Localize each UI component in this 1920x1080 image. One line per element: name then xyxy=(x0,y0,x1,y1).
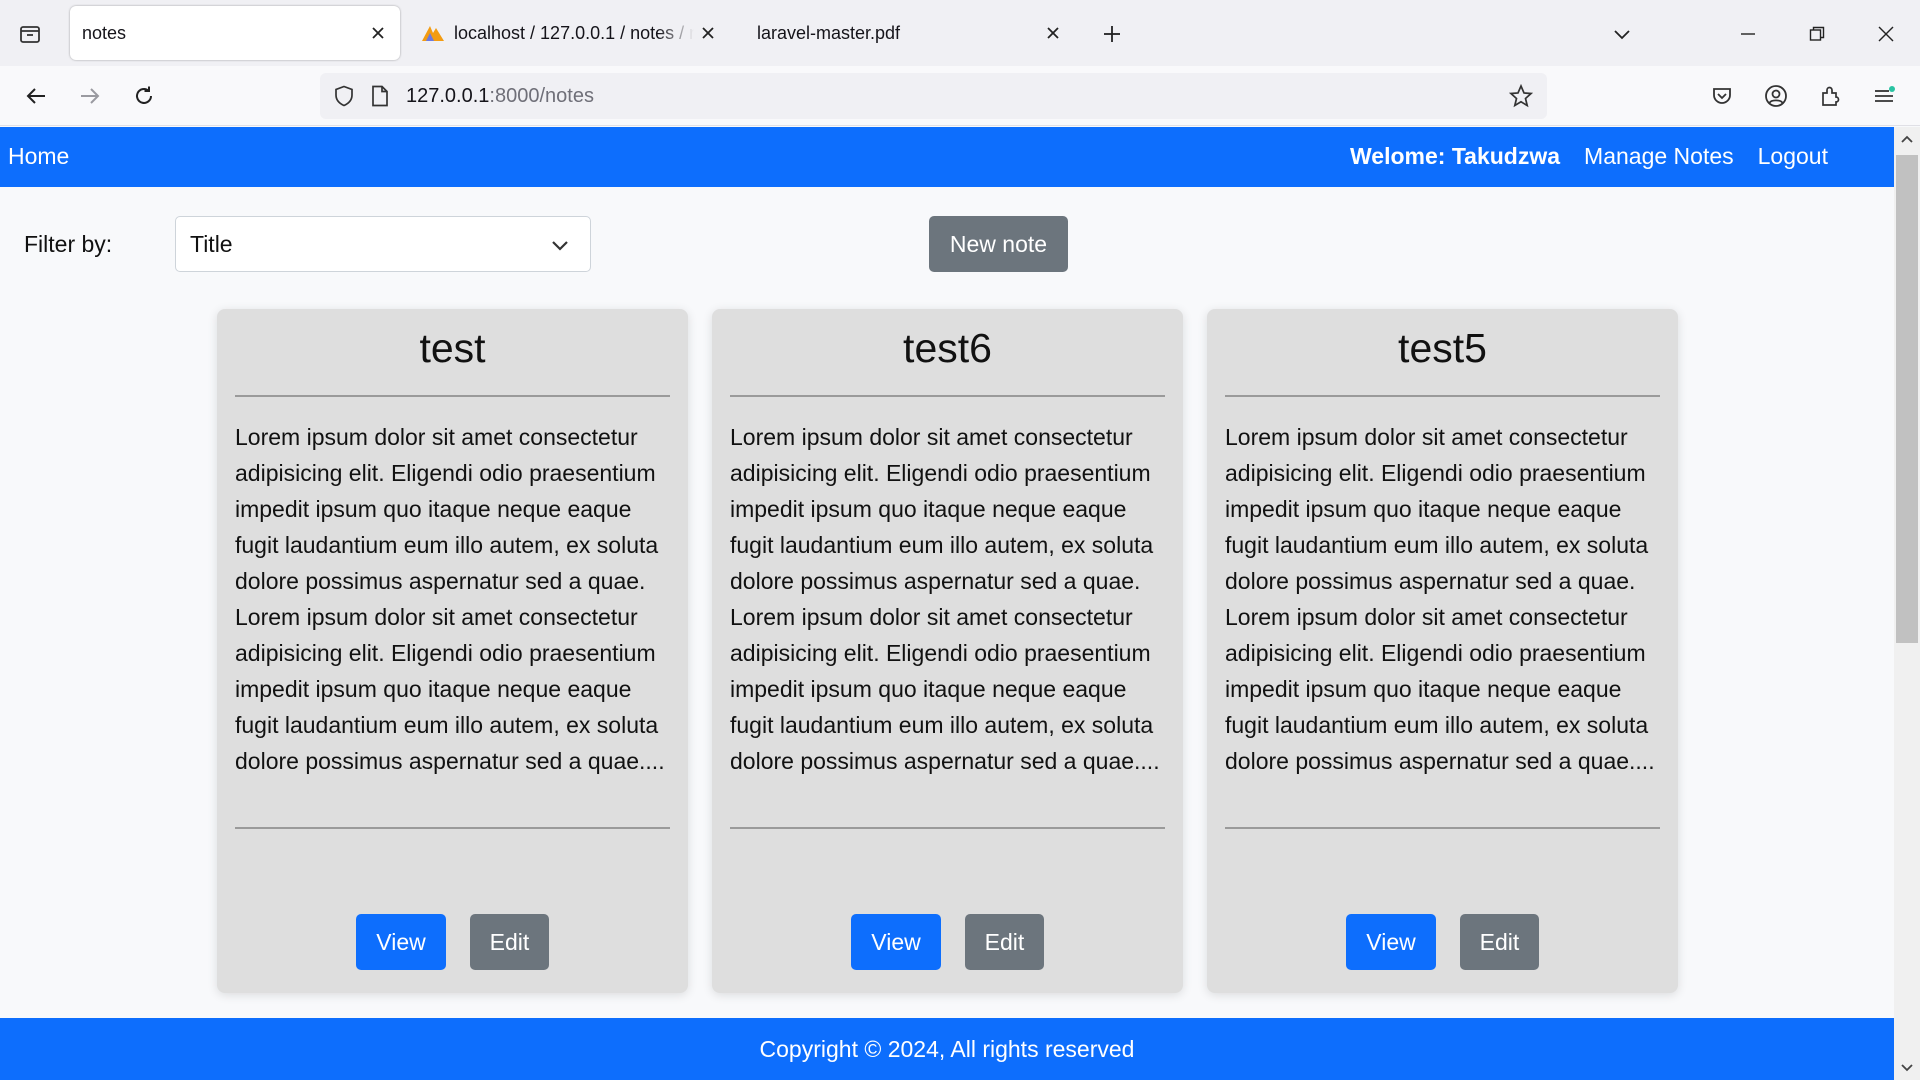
note-card: test5 Lorem ipsum dolor sit amet consect… xyxy=(1207,309,1678,993)
url-host: 127.0.0.1 xyxy=(406,84,490,107)
url-text: 127.0.0.1:8000/notes xyxy=(406,85,594,108)
url-path: :8000/notes xyxy=(489,84,594,107)
app-menu-icon[interactable] xyxy=(1866,78,1902,114)
scrollbar-thumb[interactable] xyxy=(1896,155,1918,643)
back-arrow-icon[interactable] xyxy=(18,78,54,114)
divider xyxy=(235,395,670,397)
site-header: Home Welome: Takudzwa Manage Notes Logou… xyxy=(0,127,1894,187)
minimize-icon[interactable] xyxy=(1728,14,1768,54)
note-body: Lorem ipsum dolor sit amet consectetur a… xyxy=(1225,424,1655,774)
header-right: Welome: Takudzwa Manage Notes Logout xyxy=(1350,143,1828,170)
chevron-down-icon xyxy=(552,241,568,251)
close-icon[interactable] xyxy=(1039,19,1067,47)
copyright-text: Copyright © 2024, All rights reserved xyxy=(759,1035,1135,1062)
scrollbar[interactable] xyxy=(1894,127,1920,1080)
logout-link[interactable]: Logout xyxy=(1758,143,1828,170)
divider xyxy=(730,827,1165,829)
note-body: Lorem ipsum dolor sit amet consectetur a… xyxy=(235,424,665,774)
shield-icon[interactable] xyxy=(330,82,358,110)
note-body: Lorem ipsum dolor sit amet consectetur a… xyxy=(730,424,1160,774)
extensions-icon[interactable] xyxy=(1812,78,1848,114)
tab-title: localhost / 127.0.0.1 / notes / notes xyxy=(454,22,694,43)
tab-notes[interactable]: notes xyxy=(70,6,400,60)
divider xyxy=(730,395,1165,397)
view-button[interactable]: View xyxy=(1346,914,1436,970)
tab-title: laravel-master.pdf xyxy=(757,22,901,43)
tab-list-icon[interactable] xyxy=(12,16,48,52)
note-actions: View Edit xyxy=(217,914,688,970)
phpmyadmin-icon xyxy=(420,23,446,43)
tab-title: notes xyxy=(82,22,127,43)
account-icon[interactable] xyxy=(1758,78,1794,114)
note-title: test6 xyxy=(903,325,992,371)
edit-button[interactable]: Edit xyxy=(1460,914,1539,970)
bookmark-star-icon[interactable] xyxy=(1507,82,1535,110)
browser-nav-bar: 127.0.0.1:8000/notes xyxy=(0,66,1920,126)
divider xyxy=(235,827,670,829)
reload-icon[interactable] xyxy=(126,78,162,114)
new-note-button[interactable]: New note xyxy=(929,216,1068,272)
edit-button[interactable]: Edit xyxy=(965,914,1044,970)
divider xyxy=(1225,395,1660,397)
view-button[interactable]: View xyxy=(851,914,941,970)
note-title: test5 xyxy=(1398,325,1487,371)
address-bar[interactable]: 127.0.0.1:8000/notes xyxy=(320,73,1547,119)
close-window-icon[interactable] xyxy=(1866,14,1906,54)
scroll-up-arrow-icon[interactable] xyxy=(1894,127,1920,151)
scroll-down-arrow-icon[interactable] xyxy=(1894,1056,1920,1080)
filter-select[interactable]: Title xyxy=(175,216,591,272)
close-icon[interactable] xyxy=(694,19,722,47)
note-card: test6 Lorem ipsum dolor sit amet consect… xyxy=(712,309,1183,993)
note-card: test Lorem ipsum dolor sit amet consecte… xyxy=(217,309,688,993)
welcome-text: Welome: Takudzwa xyxy=(1350,143,1561,169)
chevron-down-icon[interactable] xyxy=(1604,16,1640,52)
site-footer: Copyright © 2024, All rights reserved xyxy=(0,1018,1894,1080)
edit-button[interactable]: Edit xyxy=(470,914,549,970)
page-viewport: Home Welome: Takudzwa Manage Notes Logou… xyxy=(0,127,1894,1080)
note-actions: View Edit xyxy=(1207,914,1678,970)
page-icon xyxy=(366,82,394,110)
new-tab-icon[interactable] xyxy=(1094,16,1130,52)
home-link[interactable]: Home xyxy=(8,143,69,170)
tab-pdf[interactable]: laravel-master.pdf xyxy=(745,6,1075,60)
restore-icon[interactable] xyxy=(1797,14,1837,54)
filter-label: Filter by: xyxy=(24,231,113,257)
divider xyxy=(1225,827,1660,829)
forward-arrow-icon[interactable] xyxy=(72,78,108,114)
close-icon[interactable] xyxy=(364,19,392,47)
notes-grid: test Lorem ipsum dolor sit amet consecte… xyxy=(217,309,1678,993)
pocket-icon[interactable] xyxy=(1704,78,1740,114)
browser-tab-bar: notes localhost / 127.0.0.1 / notes / no… xyxy=(0,0,1920,66)
view-button[interactable]: View xyxy=(356,914,446,970)
note-title: test xyxy=(419,325,486,371)
note-actions: View Edit xyxy=(712,914,1183,970)
filter-selected-value: Title xyxy=(190,230,233,257)
manage-notes-link[interactable]: Manage Notes xyxy=(1584,143,1734,170)
tab-phpmyadmin[interactable]: localhost / 127.0.0.1 / notes / notes xyxy=(410,6,730,60)
